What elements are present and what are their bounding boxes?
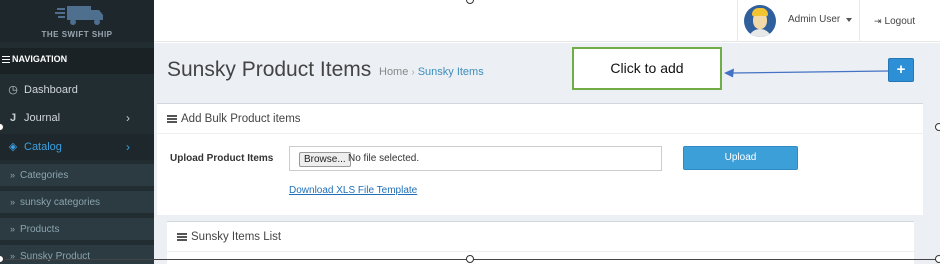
caret-down-icon — [846, 18, 852, 22]
chevron-right-icon: » — [10, 197, 16, 207]
journal-icon: J — [9, 112, 17, 124]
items-list-card: Sunsky Items List — [167, 221, 914, 264]
sidebar-subitem-label: Sunsky Product — [20, 251, 91, 262]
sidebar-item-label: Catalog — [24, 141, 62, 153]
annotation-callout: Click to add — [572, 47, 722, 90]
logout-label: Logout — [884, 16, 916, 27]
resize-handle[interactable] — [466, 255, 474, 263]
breadcrumb: Home › Sunsky Items — [379, 66, 484, 78]
sidebar: THE SWIFT SHIP NAVIGATION ◷ Dashboard J Jo… — [0, 0, 154, 264]
file-status: No file selected. — [348, 153, 420, 164]
page-title: Sunsky Product Items — [167, 58, 372, 81]
sidebar-subitem-label: sunsky categories — [20, 197, 101, 208]
logo[interactable]: THE SWIFT SHIP — [0, 0, 154, 42]
breadcrumb-current[interactable]: Sunsky Items — [418, 66, 484, 78]
add-button[interactable]: + — [888, 58, 914, 82]
annotation-arrow — [724, 68, 889, 78]
sidebar-subitem-sunsky-product[interactable]: » Sunsky Product — [0, 245, 154, 264]
upload-button[interactable]: Upload — [683, 146, 798, 170]
chevron-right-icon: › — [126, 140, 130, 154]
sidebar-subitem-products[interactable]: » Products — [0, 218, 154, 240]
menu-icon — [2, 54, 10, 65]
sidebar-item-dashboard[interactable]: ◷ Dashboard — [0, 77, 154, 103]
sidebar-item-label: Dashboard — [24, 84, 78, 96]
sidebar-subitem-label: Products — [20, 224, 60, 235]
items-list-title: Sunsky Items List — [191, 231, 282, 243]
sidebar-item-label: Journal — [24, 112, 61, 124]
nav-header: NAVIGATION — [0, 48, 154, 74]
browse-button[interactable]: Browse... — [299, 152, 351, 167]
scroll-gutter — [926, 43, 940, 264]
sidebar-subitem-categories[interactable]: » Categories — [0, 164, 154, 186]
tag-icon: ◈ — [8, 141, 18, 153]
truck-icon — [55, 6, 103, 25]
user-menu[interactable]: Admin User — [737, 0, 857, 42]
sidebar-subitem-label: Categories — [20, 170, 69, 181]
bulk-upload-title: Add Bulk Product items — [181, 113, 301, 125]
sidebar-subitem-sunsky-categories[interactable]: » sunsky categories — [0, 191, 154, 213]
sidebar-item-journal[interactable]: J Journal › — [0, 105, 154, 131]
chevron-right-icon: » — [10, 251, 16, 261]
chevron-right-icon: » — [10, 224, 16, 234]
resize-handle[interactable] — [935, 255, 940, 263]
avatar — [744, 5, 776, 37]
logo-text: THE SWIFT SHIP — [41, 30, 113, 39]
chevron-right-icon: » — [10, 170, 16, 180]
user-name: Admin User — [788, 14, 841, 25]
items-list-header: Sunsky Items List — [167, 222, 914, 252]
nav-header-label: NAVIGATION — [12, 54, 68, 64]
topbar: Admin User ⇥ Logout — [154, 0, 940, 42]
list-icon — [177, 231, 187, 242]
chevron-right-icon: › — [126, 111, 130, 125]
bulk-upload-card: Add Bulk Product items Upload Product It… — [157, 103, 923, 215]
dashboard-icon: ◷ — [8, 84, 18, 96]
breadcrumb-separator: › — [411, 67, 415, 78]
sidebar-item-catalog[interactable]: ◈ Catalog › — [0, 134, 154, 160]
file-input[interactable]: Browse... No file selected. — [289, 146, 662, 171]
list-icon — [167, 113, 177, 124]
upload-label: Upload Product Items — [170, 153, 274, 164]
logout-button[interactable]: ⇥ Logout — [859, 0, 940, 42]
bulk-upload-header: Add Bulk Product items — [157, 104, 923, 134]
download-template-link[interactable]: Download XLS File Template — [289, 185, 417, 196]
resize-handle[interactable] — [935, 123, 940, 131]
breadcrumb-home[interactable]: Home — [379, 66, 408, 78]
logout-icon: ⇥ — [874, 16, 882, 26]
